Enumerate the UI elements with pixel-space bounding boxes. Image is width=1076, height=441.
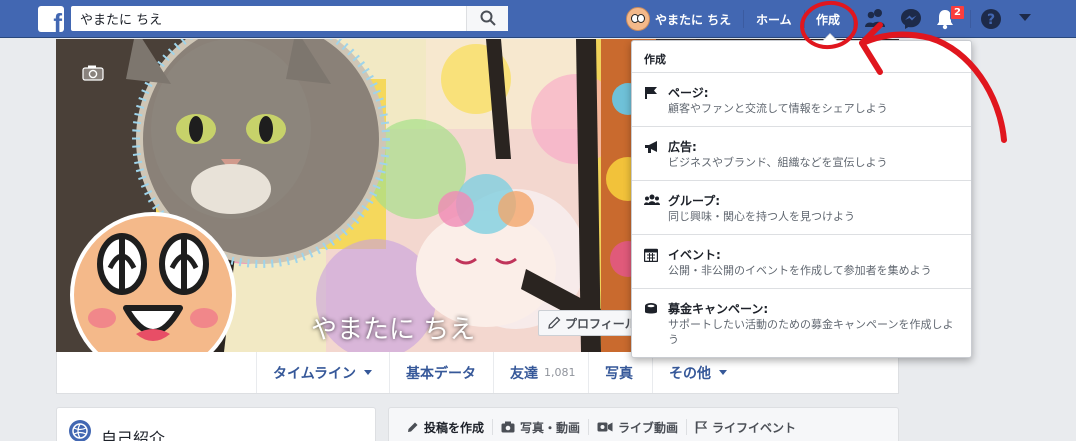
flag-icon xyxy=(645,87,657,99)
create-page-desc: 顧客やファンと交流して情報をシェアしよう xyxy=(668,102,888,115)
tab-more-label: その他 xyxy=(669,365,711,382)
create-post-label: 投稿を作成 xyxy=(424,420,485,435)
home-nav-link[interactable]: ホーム xyxy=(756,11,792,28)
svg-text:?: ? xyxy=(987,12,995,28)
calendar-icon xyxy=(644,248,658,262)
facebook-logo[interactable]: f xyxy=(38,6,64,32)
caret-down-icon xyxy=(364,370,373,375)
megaphone-icon xyxy=(645,141,657,153)
life-event-tab[interactable]: ライフイベント xyxy=(687,419,804,435)
profile-name: やまたに ちえ xyxy=(311,315,476,345)
profile-nav-link[interactable]: やまたに ちえ xyxy=(626,6,731,32)
camera-icon[interactable] xyxy=(82,65,104,81)
live-video-tab[interactable]: ライブ動画 xyxy=(589,419,688,435)
profile-nav-name: やまたに ちえ xyxy=(655,12,732,27)
tab-friends[interactable]: 友達 1,081 xyxy=(493,352,592,393)
create-event-item[interactable]: イベント: 公開・非公開のイベントを作成して参加者を集めよう xyxy=(632,235,971,289)
group-icon xyxy=(644,194,660,205)
create-post-tab[interactable]: 投稿を作成 xyxy=(399,419,494,435)
dropdown-header: 作成 xyxy=(632,41,971,73)
messenger-icon[interactable] xyxy=(900,8,922,30)
tab-timeline[interactable]: タイムライン xyxy=(256,352,388,393)
caret-down-icon[interactable] xyxy=(1019,14,1031,22)
live-video-label: ライブ動画 xyxy=(618,420,679,435)
search-input[interactable] xyxy=(71,6,508,31)
intro-card: 自己紹介 xyxy=(56,407,376,441)
pencil-icon xyxy=(408,422,418,432)
post-composer-tabs: 投稿を作成 写真・動画 ライブ動画 ライフイベント xyxy=(388,407,899,441)
photo-video-tab[interactable]: 写真・動画 xyxy=(493,419,590,435)
create-fundraiser-title: 募金キャンペーン: xyxy=(668,302,769,316)
tab-friends-label: 友達 xyxy=(510,365,538,382)
photo-video-label: 写真・動画 xyxy=(520,420,581,435)
create-event-title: イベント: xyxy=(668,248,721,262)
tab-photos-label: 写真 xyxy=(605,365,633,382)
create-group-item[interactable]: グループ: 同じ興味・関心を持つ人を見つけよう xyxy=(632,181,971,235)
friends-icon[interactable] xyxy=(864,8,886,28)
notification-badge: 2 xyxy=(950,5,965,20)
tab-more[interactable]: その他 xyxy=(652,352,743,393)
create-nav-link[interactable]: 作成 xyxy=(816,11,840,28)
tab-timeline-label: タイムライン xyxy=(273,365,357,382)
friend-count: 1,081 xyxy=(544,366,576,379)
nav-divider xyxy=(743,10,744,28)
search-button[interactable] xyxy=(466,6,508,31)
nav-divider xyxy=(804,10,805,28)
avatar xyxy=(74,216,232,374)
search-icon xyxy=(480,10,496,26)
create-fundraiser-desc: サポートしたい活動のための募金キャンペーンを作成しよう xyxy=(668,318,954,346)
profile-tab-bar: タイムライン 基本データ 友達 1,081 写真 その他 xyxy=(56,352,899,394)
create-fundraiser-item[interactable]: 募金キャンペーン: サポートしたい活動のための募金キャンペーンを作成しよう xyxy=(632,289,971,357)
create-page-item[interactable]: ページ: 顧客やファンと交流して情報をシェアしよう xyxy=(632,73,971,127)
create-ad-title: 広告: xyxy=(668,140,697,154)
tab-about[interactable]: 基本データ xyxy=(389,352,492,393)
nav-divider xyxy=(970,10,971,28)
flag-icon xyxy=(695,420,708,433)
top-navigation-bar: f やまたに ちえ ホーム 作成 2 ? xyxy=(0,0,1076,38)
create-ad-item[interactable]: 広告: ビジネスやブランド、組織などを宣伝しよう xyxy=(632,127,971,181)
help-icon[interactable]: ? xyxy=(980,8,1002,30)
avatar xyxy=(626,7,650,31)
tab-photos[interactable]: 写真 xyxy=(588,352,649,393)
nav-divider xyxy=(853,10,854,28)
life-event-label: ライフイベント xyxy=(712,420,797,435)
create-event-desc: 公開・非公開のイベントを作成して参加者を集めよう xyxy=(668,264,932,277)
intro-title: 自己紹介 xyxy=(101,429,166,441)
create-dropdown-menu: 作成 ページ: 顧客やファンと交流して情報をシェアしよう 広告: ビジネスやブラ… xyxy=(631,33,972,358)
tab-about-label: 基本データ xyxy=(406,365,476,382)
caret-down-icon xyxy=(719,370,727,375)
camera-icon xyxy=(501,421,515,433)
globe-icon xyxy=(69,420,91,441)
pencil-icon xyxy=(548,316,561,329)
create-group-desc: 同じ興味・関心を持つ人を見つけよう xyxy=(668,210,855,223)
video-camera-icon xyxy=(597,422,613,432)
fundraiser-icon xyxy=(645,303,657,314)
create-group-title: グループ: xyxy=(668,194,721,208)
create-page-title: ページ: xyxy=(668,86,709,100)
create-ad-desc: ビジネスやブランド、組織などを宣伝しよう xyxy=(668,156,888,169)
